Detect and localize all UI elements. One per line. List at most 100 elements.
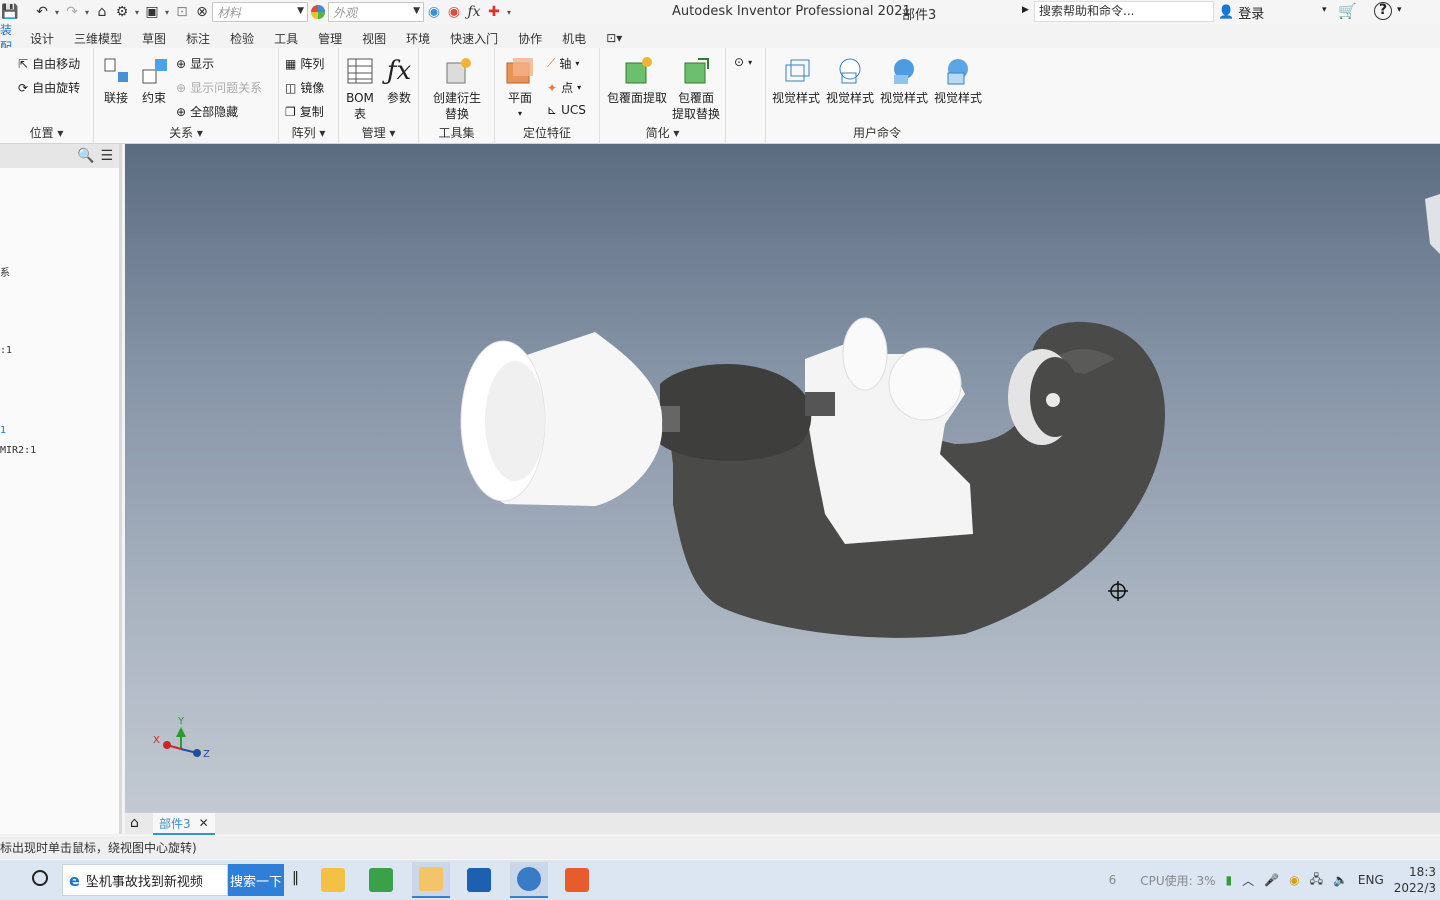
panel-relations-label[interactable]: 关系 ▾ <box>94 124 278 141</box>
home-icon[interactable]: ⌂ <box>130 815 139 831</box>
undo-dropdown-icon[interactable]: ▾ <box>52 8 62 17</box>
extra-dropdown-button[interactable]: ⊙ ▾ <box>734 55 752 69</box>
adjust-appearance-icon[interactable]: ◉ <box>424 2 444 22</box>
chevron-down-icon[interactable]: ▾ <box>1397 5 1402 15</box>
select-dropdown-icon[interactable]: ▾ <box>162 8 172 17</box>
tab-3d-model[interactable]: 三维模型 <box>64 30 132 47</box>
browser-item[interactable]: 系 <box>0 264 10 279</box>
constrain-button[interactable]: 约束 <box>138 54 170 106</box>
parameters-button[interactable]: ƒx 参数 <box>381 54 417 106</box>
tab-view[interactable]: 视图 <box>352 30 396 47</box>
clear-appearance-icon[interactable]: ◉ <box>444 2 464 22</box>
menu-icon[interactable]: ☰ <box>100 148 113 164</box>
save-icon[interactable]: 💾 <box>0 2 20 22</box>
camtasia-app[interactable] <box>558 862 596 898</box>
shrinkwrap-substitute-button[interactable]: 包覆面 提取替换 <box>668 54 724 122</box>
material-icon[interactable]: ⊗ <box>192 2 212 22</box>
screw-knob <box>660 364 812 461</box>
close-icon[interactable]: ✕ <box>199 816 209 830</box>
joint-button[interactable]: 联接 <box>100 54 132 106</box>
panel-pattern-label[interactable]: 阵列 ▾ <box>279 124 338 141</box>
select-icon[interactable]: ▣ <box>142 2 162 22</box>
assembly-model[interactable]: Y X Z <box>125 144 1440 812</box>
cortana-icon[interactable] <box>32 870 48 886</box>
ribbon-display-toggle[interactable]: ⊡▾ <box>596 31 632 45</box>
redo-dropdown-icon[interactable]: ▾ <box>82 8 92 17</box>
axis-button[interactable]: ⟋ 轴 ▾ <box>547 55 579 72</box>
browser-item[interactable]: :1 <box>0 345 12 356</box>
mirror-button[interactable]: ◫ 镜像 <box>285 79 324 96</box>
tab-getting-started[interactable]: 快速入门 <box>440 30 508 47</box>
browser-item[interactable]: 1 <box>0 425 6 436</box>
volume-icon[interactable]: 🔈 <box>1333 873 1348 887</box>
tab-manage[interactable]: 管理 <box>308 30 352 47</box>
search-icon[interactable]: 🔍 <box>77 148 94 164</box>
taskbar-search-button[interactable]: 搜索一下 <box>228 864 284 896</box>
panel-manage-label[interactable]: 管理 ▾ <box>339 124 418 141</box>
free-move-button[interactable]: ⇱ 自由移动 <box>18 55 80 72</box>
mirror-icon: ◫ <box>285 80 297 95</box>
material-combo-value: 材料 <box>217 5 242 20</box>
material-combo[interactable]: 材料 ▼ <box>212 2 308 22</box>
inventor-app[interactable] <box>412 862 450 898</box>
tab-inspect[interactable]: 检验 <box>220 30 264 47</box>
tab-sketch[interactable]: 草图 <box>132 30 176 47</box>
panel-position-label[interactable]: 位置 ▾ <box>0 124 93 141</box>
update-dropdown-icon[interactable]: ▾ <box>132 8 142 17</box>
ucs-button[interactable]: ⊾ UCS <box>547 103 586 117</box>
tab-collaborate[interactable]: 协作 <box>508 30 552 47</box>
clock[interactable]: 18:3 2022/3 <box>1394 864 1436 896</box>
language-indicator[interactable]: ENG <box>1358 873 1384 887</box>
file-explorer-app[interactable] <box>314 862 352 898</box>
visual-style-button-2[interactable]: 视觉样式 <box>824 54 876 106</box>
redo-icon[interactable]: ↷ <box>62 2 82 22</box>
tab-annotate[interactable]: 标注 <box>176 30 220 47</box>
bom-button[interactable]: BOM 表 <box>341 54 379 122</box>
measure-icon[interactable]: ⊡ <box>172 2 192 22</box>
undo-icon[interactable]: ↶ <box>32 2 52 22</box>
copy-button[interactable]: ❐ 复制 <box>285 103 324 120</box>
shrinkwrap-button[interactable]: 包覆面提取 <box>604 54 670 106</box>
pattern-button[interactable]: ▦ 阵列 <box>285 55 324 72</box>
media-app[interactable] <box>460 862 498 898</box>
tab-environment[interactable]: 环境 <box>396 30 440 47</box>
security-icon[interactable]: ◉ <box>1289 873 1299 887</box>
graphics-viewport[interactable]: Y X Z <box>125 144 1440 812</box>
derive-button[interactable]: 创建衍生 替换 <box>425 54 489 122</box>
help-search-input[interactable]: 搜索帮助和命令... <box>1034 1 1214 22</box>
chevron-up-icon[interactable]: ︿ <box>1242 872 1254 889</box>
ribbon: ⇱ 自由移动 ⟳ 自由旋转 位置 ▾ 联接 约束 ⊕ 显示 ⊕ 显示问题关系 ⊕… <box>0 48 1440 144</box>
visual-style-button-3[interactable]: 视觉样式 <box>878 54 930 106</box>
settings-app[interactable] <box>510 862 548 898</box>
visual-style-button-1[interactable]: 视觉样式 <box>770 54 822 106</box>
browser-item[interactable]: MIR2:1 <box>0 445 36 456</box>
document-tab[interactable]: 部件3 ✕ <box>153 813 215 835</box>
cart-icon[interactable]: 🛒 <box>1338 2 1357 20</box>
show-button[interactable]: ⊕ 显示 <box>176 55 214 72</box>
plus-icon[interactable]: ✚ <box>484 2 504 22</box>
tab-electromechanical[interactable]: 机电 <box>552 30 596 47</box>
help-icon[interactable]: ? <box>1374 2 1392 20</box>
panel-simplify-label[interactable]: 简化 ▾ <box>600 124 725 141</box>
chevron-down-icon[interactable]: ▾ <box>1322 5 1327 15</box>
appearance-icon[interactable] <box>308 2 328 22</box>
network-icon[interactable]: 🖧 <box>1310 870 1323 891</box>
free-rotate-button[interactable]: ⟳ 自由旋转 <box>18 79 80 96</box>
battery-icon[interactable]: ▮ <box>1226 873 1233 887</box>
login-button[interactable]: 👤 登录 <box>1218 3 1264 22</box>
home-icon[interactable]: ⌂ <box>92 2 112 22</box>
taskbar-search-input[interactable]: e 坠机事故找到新视频 <box>62 864 228 896</box>
tab-tools[interactable]: 工具 <box>264 30 308 47</box>
fx-icon[interactable]: ƒx <box>464 2 484 22</box>
microphone-icon[interactable]: 🎤 <box>1264 873 1279 887</box>
green-app[interactable] <box>362 862 400 898</box>
visual-style-button-4[interactable]: 视觉样式 <box>932 54 984 106</box>
tab-design[interactable]: 设计 <box>20 30 64 47</box>
appearance-combo[interactable]: 外观 ▼ <box>328 2 424 22</box>
show-problem-button[interactable]: ⊕ 显示问题关系 <box>176 79 262 96</box>
customize-dropdown-icon[interactable]: ▾ <box>504 8 514 17</box>
plane-button[interactable]: 平面 ▾ <box>501 54 539 122</box>
hide-all-button[interactable]: ⊕ 全部隐藏 <box>176 103 238 120</box>
update-icon[interactable]: ⚙ <box>112 2 132 22</box>
point-button[interactable]: ✦ 点 ▾ <box>547 79 581 96</box>
